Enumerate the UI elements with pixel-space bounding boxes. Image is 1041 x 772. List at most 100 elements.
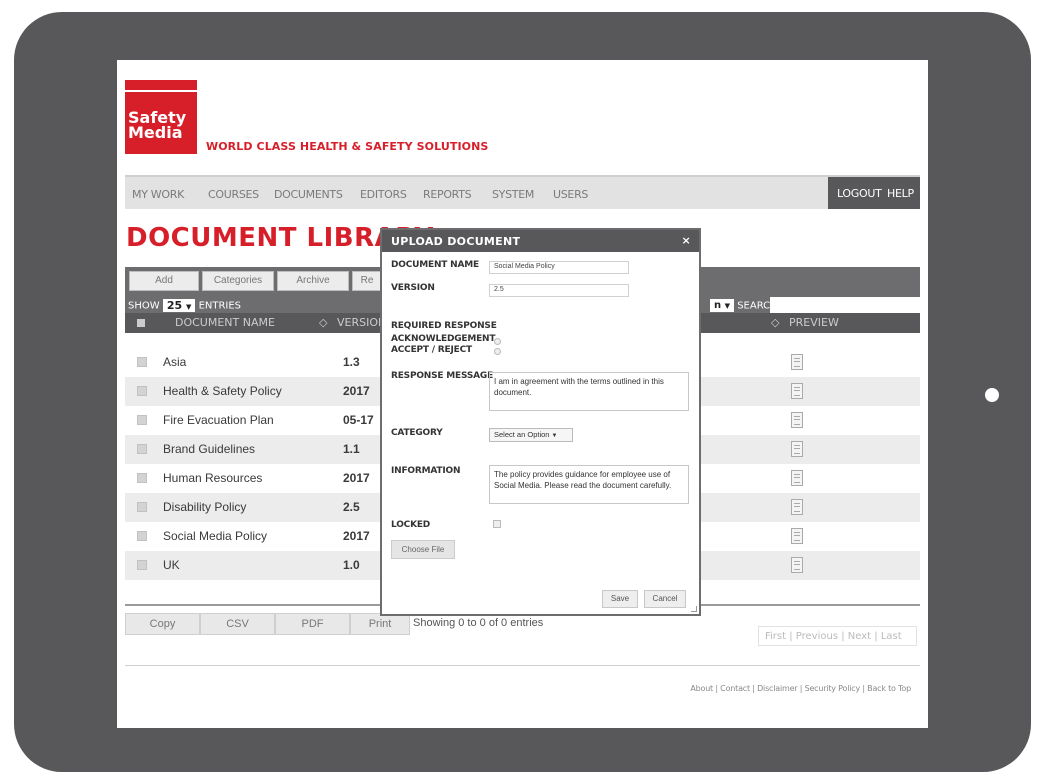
nav-users[interactable]: USERS bbox=[553, 188, 588, 201]
partial-button[interactable]: Re bbox=[352, 271, 382, 291]
category-value: Select an Option bbox=[494, 430, 550, 439]
row-checkbox[interactable] bbox=[137, 560, 147, 570]
archive-button[interactable]: Archive bbox=[277, 271, 349, 291]
nav-system[interactable]: SYSTEM bbox=[492, 188, 534, 201]
row-checkbox[interactable] bbox=[137, 473, 147, 483]
tagline: WORLD CLASS HEALTH & SAFETY SOLUTIONS bbox=[206, 140, 489, 153]
document-name[interactable]: Disability Policy bbox=[163, 500, 246, 514]
nav-logout[interactable]: LOGOUT bbox=[837, 187, 882, 200]
col-version[interactable]: VERSION bbox=[337, 316, 386, 329]
preview-document-icon[interactable] bbox=[791, 499, 803, 515]
categories-button[interactable]: Categories bbox=[202, 271, 274, 291]
upload-document-modal: UPLOAD DOCUMENT × DOCUMENT NAME Social M… bbox=[380, 228, 701, 616]
version-label: VERSION bbox=[391, 283, 435, 293]
row-checkbox[interactable] bbox=[137, 386, 147, 396]
print-button[interactable]: Print bbox=[350, 613, 410, 635]
preview-document-icon[interactable] bbox=[791, 412, 803, 428]
footer-divider bbox=[125, 665, 920, 666]
pagination: First | Previous | Next | Last bbox=[758, 626, 917, 646]
row-checkbox[interactable] bbox=[137, 531, 147, 541]
document-version: 1.0 bbox=[343, 558, 360, 572]
close-icon[interactable]: × bbox=[681, 234, 691, 247]
show-entries: SHOW 25 ▼ ENTRIES bbox=[128, 299, 241, 312]
row-checkbox[interactable] bbox=[137, 502, 147, 512]
logo[interactable]: Safety Media bbox=[125, 92, 197, 154]
version-input[interactable]: 2.5 bbox=[489, 284, 629, 297]
doc-name-label: DOCUMENT NAME bbox=[391, 260, 479, 270]
pdf-button[interactable]: PDF bbox=[275, 613, 350, 635]
row-checkbox[interactable] bbox=[137, 444, 147, 454]
category-select[interactable]: Select an Option ▼ bbox=[489, 428, 573, 442]
sort-icon[interactable]: ◇ bbox=[771, 316, 779, 329]
document-name[interactable]: Brand Guidelines bbox=[163, 442, 255, 456]
col-document-name[interactable]: DOCUMENT NAME bbox=[175, 316, 275, 329]
nav-editors[interactable]: EDITORS bbox=[360, 188, 407, 201]
document-version: 2017 bbox=[343, 384, 370, 398]
response-textarea[interactable]: I am in agreement with the terms outline… bbox=[489, 372, 689, 411]
entries-select[interactable]: 25 ▼ bbox=[162, 299, 196, 312]
show-label: SHOW bbox=[128, 300, 160, 312]
search-input[interactable] bbox=[770, 297, 920, 313]
cancel-button[interactable]: Cancel bbox=[644, 590, 686, 608]
screen: Safety Media WORLD CLASS HEALTH & SAFETY… bbox=[117, 60, 928, 728]
pager-last[interactable]: Last bbox=[881, 631, 902, 642]
preview-document-icon[interactable] bbox=[791, 557, 803, 573]
nav-reports[interactable]: REPORTS bbox=[423, 188, 472, 201]
select-all-checkbox[interactable] bbox=[137, 319, 145, 327]
nav-right: LOGOUT HELP bbox=[828, 177, 920, 209]
col-preview[interactable]: PREVIEW bbox=[789, 316, 839, 329]
camera-dot bbox=[985, 388, 999, 402]
modal-title: UPLOAD DOCUMENT bbox=[391, 235, 521, 248]
nav-help[interactable]: HELP bbox=[887, 187, 914, 200]
category-label: CATEGORY bbox=[391, 428, 443, 438]
footer-links[interactable]: About | Contact | Disclaimer | Security … bbox=[690, 684, 911, 693]
choose-file-button[interactable]: Choose File bbox=[391, 540, 455, 559]
document-version: 2017 bbox=[343, 471, 370, 485]
document-name[interactable]: Asia bbox=[163, 355, 186, 369]
nav-documents[interactable]: DOCUMENTS bbox=[274, 188, 343, 201]
ack-radio[interactable] bbox=[494, 338, 501, 345]
accept-radio[interactable] bbox=[494, 348, 501, 355]
chevron-down-icon: ▼ bbox=[724, 302, 730, 310]
csv-button[interactable]: CSV bbox=[200, 613, 275, 635]
nav-my-work[interactable]: MY WORK bbox=[132, 188, 184, 201]
response-label: RESPONSE MESSAGE bbox=[391, 371, 494, 381]
preview-document-icon[interactable] bbox=[791, 383, 803, 399]
preview-document-icon[interactable] bbox=[791, 354, 803, 370]
document-name[interactable]: Human Resources bbox=[163, 471, 262, 485]
table-info: Showing 0 to 0 of 0 entries bbox=[413, 617, 544, 629]
doc-name-input[interactable]: Social Media Policy bbox=[489, 261, 629, 274]
filter-select[interactable]: n ▼ bbox=[710, 299, 734, 312]
entries-label: ENTRIES bbox=[198, 300, 242, 312]
nav-courses[interactable]: COURSES bbox=[208, 188, 259, 201]
copy-button[interactable]: Copy bbox=[125, 613, 200, 635]
information-textarea[interactable]: The policy provides guidance for employe… bbox=[489, 465, 689, 504]
document-name[interactable]: UK bbox=[163, 558, 180, 572]
pager-first[interactable]: First bbox=[765, 631, 786, 642]
save-button[interactable]: Save bbox=[602, 590, 638, 608]
preview-document-icon[interactable] bbox=[791, 528, 803, 544]
accept-label: ACCEPT / REJECT bbox=[391, 345, 472, 355]
add-button[interactable]: Add bbox=[129, 271, 199, 291]
pager-next[interactable]: Next bbox=[848, 631, 871, 642]
document-version: 1.3 bbox=[343, 355, 360, 369]
document-name[interactable]: Fire Evacuation Plan bbox=[163, 413, 274, 427]
row-checkbox[interactable] bbox=[137, 357, 147, 367]
chevron-down-icon: ▼ bbox=[551, 433, 558, 439]
document-version: 05-17 bbox=[343, 413, 374, 427]
document-name[interactable]: Social Media Policy bbox=[163, 529, 267, 543]
document-name[interactable]: Health & Safety Policy bbox=[163, 384, 282, 398]
preview-document-icon[interactable] bbox=[791, 441, 803, 457]
sort-icon[interactable]: ◇ bbox=[319, 316, 327, 329]
pager-previous[interactable]: Previous bbox=[796, 631, 838, 642]
locked-label: LOCKED bbox=[391, 520, 431, 530]
row-checkbox[interactable] bbox=[137, 415, 147, 425]
preview-document-icon[interactable] bbox=[791, 470, 803, 486]
resize-handle[interactable] bbox=[691, 606, 697, 612]
filter-value: n bbox=[714, 300, 722, 311]
entries-value: 25 bbox=[166, 299, 183, 312]
logo-bar bbox=[125, 80, 197, 90]
chevron-down-icon: ▼ bbox=[185, 303, 192, 311]
logo-line2: Media bbox=[128, 123, 183, 142]
locked-checkbox[interactable] bbox=[493, 520, 501, 528]
